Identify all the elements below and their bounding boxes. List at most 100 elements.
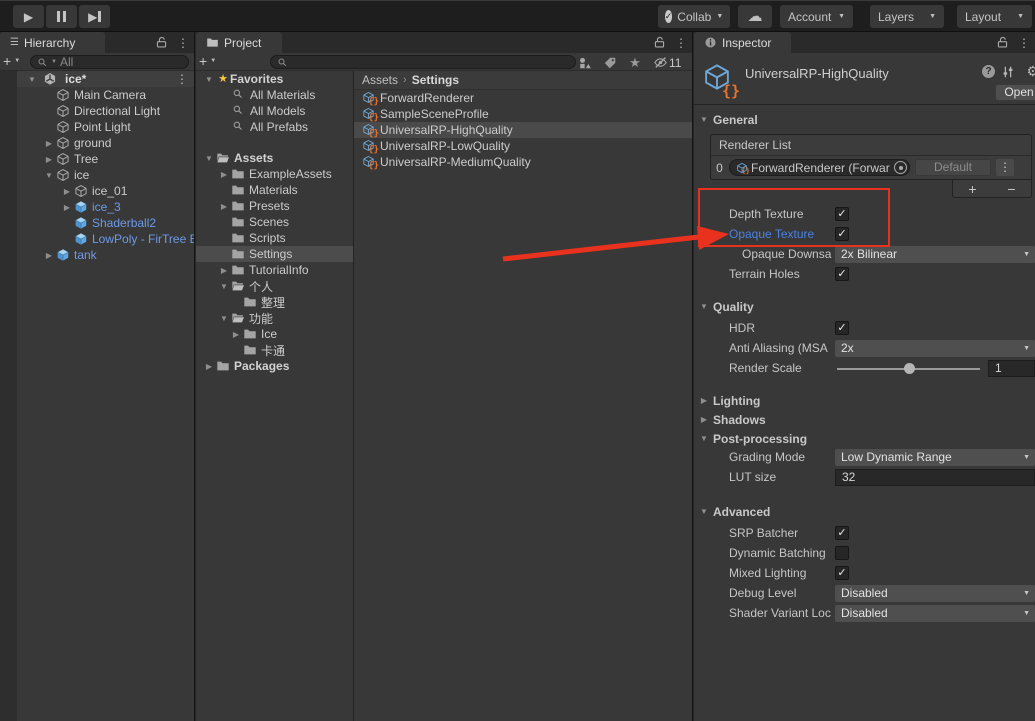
chevron-down-icon[interactable]: ▼ — [217, 314, 231, 323]
chevron-right-icon[interactable]: ▶ — [42, 251, 56, 260]
chevron-right-icon[interactable]: ▶ — [42, 155, 56, 164]
folder-item-ice[interactable]: ▶Ice — [196, 326, 353, 342]
hierarchy-item-point-light[interactable]: Point Light — [17, 119, 194, 135]
chevron-right-icon[interactable]: ▶ — [217, 170, 231, 179]
gear-icon[interactable]: ⚙ — [1026, 63, 1035, 80]
create-object-button[interactable]: +▼ — [3, 54, 20, 68]
hierarchy-item-shaderball2[interactable]: Shaderball2 — [17, 215, 194, 231]
help-icon[interactable]: ? — [982, 65, 995, 78]
chevron-right-icon[interactable]: ▶ — [42, 139, 56, 148]
folder-item-assets[interactable]: ▼Assets — [196, 150, 353, 166]
hierarchy-item-directional-light[interactable]: Directional Light — [17, 103, 194, 119]
add-element-button[interactable]: + — [968, 182, 976, 196]
folder-item-功能[interactable]: ▼功能 — [196, 310, 353, 326]
pause-button[interactable] — [46, 5, 77, 28]
dropdown[interactable]: 2x Bilinear▼ — [835, 246, 1035, 263]
default-button[interactable]: Default — [915, 159, 991, 176]
checkbox[interactable]: ✓ — [835, 566, 849, 580]
create-asset-button[interactable]: +▼ — [199, 54, 216, 68]
slider-value-field[interactable]: 1 — [988, 360, 1035, 377]
asset-row-universalrp-mediumquality[interactable]: {}UniversalRP-MediumQuality — [354, 154, 692, 170]
asset-row-samplesceneprofile[interactable]: {}SampleSceneProfile — [354, 106, 692, 122]
tab-hierarchy[interactable]: ☰ Hierarchy — [0, 32, 105, 53]
folder-item-exampleassets[interactable]: ▶ExampleAssets — [196, 166, 353, 182]
unlock-icon[interactable] — [653, 36, 666, 49]
asset-row-universalrp-highquality[interactable]: {}UniversalRP-HighQuality — [354, 122, 692, 138]
hierarchy-item-tree[interactable]: ▶Tree — [17, 151, 194, 167]
breadcrumb-current[interactable]: Settings — [412, 73, 459, 87]
dropdown[interactable]: Low Dynamic Range▼ — [835, 449, 1035, 466]
asset-row-universalrp-lowquality[interactable]: {}UniversalRP-LowQuality — [354, 138, 692, 154]
cloud-button[interactable]: ☁ — [738, 5, 772, 28]
text-field[interactable]: 32 — [835, 469, 1035, 486]
hierarchy-item-ice[interactable]: ▼ice — [17, 167, 194, 183]
checkbox[interactable] — [835, 546, 849, 560]
remove-element-button[interactable]: − — [1007, 182, 1015, 196]
favorites-header[interactable]: ▼★Favorites — [196, 71, 353, 87]
dropdown[interactable]: 2x▼ — [835, 340, 1035, 357]
hierarchy-item-lowpoly-firtree-e[interactable]: LowPoly - FirTree E — [17, 231, 194, 247]
dropdown[interactable]: Disabled▼ — [835, 585, 1035, 602]
chevron-down-icon[interactable]: ▼ — [202, 75, 216, 84]
checkbox[interactable]: ✓ — [835, 526, 849, 540]
folder-item-个人[interactable]: ▼个人 — [196, 278, 353, 294]
favorite-item-all-models[interactable]: All Models — [196, 103, 353, 119]
folder-item-卡通[interactable]: 卡通 — [196, 342, 353, 358]
scene-header-row[interactable]: ▼ ice* ⋮ — [17, 71, 194, 87]
collab-button[interactable]: ✓ Collab ▼ — [658, 5, 730, 28]
chevron-down-icon[interactable]: ▼ — [202, 154, 216, 163]
folder-item-tutorialinfo[interactable]: ▶TutorialInfo — [196, 262, 353, 278]
chevron-down-icon[interactable]: ▼ — [42, 171, 56, 180]
unlock-icon[interactable] — [155, 36, 168, 49]
slider-handle[interactable] — [904, 363, 915, 374]
hierarchy-item-ice-01[interactable]: ▶ice_01 — [17, 183, 194, 199]
folder-item-scenes[interactable]: Scenes — [196, 214, 353, 230]
folder-item-scripts[interactable]: Scripts — [196, 230, 353, 246]
panel-menu-icon[interactable]: ⋮ — [177, 36, 189, 50]
chevron-down-icon[interactable]: ▼ — [25, 75, 39, 84]
search-by-label-icon[interactable] — [603, 56, 617, 70]
asset-row-forwardrenderer[interactable]: {}ForwardRenderer — [354, 90, 692, 106]
object-picker-icon[interactable] — [894, 161, 907, 174]
checkbox[interactable]: ✓ — [835, 227, 849, 241]
unlock-icon[interactable] — [996, 36, 1009, 49]
presets-icon[interactable] — [1001, 65, 1015, 79]
section-quality[interactable]: ▼ Quality — [694, 298, 1035, 315]
hierarchy-item-ice-3[interactable]: ▶ice_3 — [17, 199, 194, 215]
panel-menu-icon[interactable]: ⋮ — [1018, 36, 1030, 50]
layout-dropdown[interactable]: Layout ▼ — [957, 5, 1032, 28]
breadcrumb-root[interactable]: Assets — [362, 73, 398, 87]
folder-item-settings[interactable]: Settings — [196, 246, 353, 262]
section-shadows[interactable]: ▶ Shadows — [694, 411, 1035, 428]
step-button[interactable]: ▶ — [79, 5, 110, 28]
search-by-type-icon[interactable] — [578, 56, 592, 70]
renderer-object-field[interactable]: {} ForwardRenderer (Forwar — [729, 159, 910, 176]
folder-item-packages[interactable]: ▶Packages — [196, 358, 353, 374]
layers-dropdown[interactable]: Layers ▼ — [870, 5, 944, 28]
chevron-right-icon[interactable]: ▶ — [217, 202, 231, 211]
hierarchy-item-ground[interactable]: ▶ground — [17, 135, 194, 151]
section-post-processing[interactable]: ▼ Post-processing — [694, 430, 1035, 447]
open-button[interactable]: Open — [995, 84, 1035, 101]
hierarchy-item-tank[interactable]: ▶tank — [17, 247, 194, 263]
hierarchy-item-main-camera[interactable]: Main Camera — [17, 87, 194, 103]
element-menu-icon[interactable]: ⋮ — [996, 159, 1014, 176]
chevron-right-icon[interactable]: ▶ — [202, 362, 216, 371]
folder-item-presets[interactable]: ▶Presets — [196, 198, 353, 214]
checkbox[interactable]: ✓ — [835, 321, 849, 335]
tab-project[interactable]: Project — [196, 32, 282, 53]
tab-inspector[interactable]: Inspector — [694, 32, 791, 53]
dropdown[interactable]: Disabled▼ — [835, 605, 1035, 622]
play-button[interactable]: ▶ — [13, 5, 44, 28]
section-advanced[interactable]: ▼ Advanced — [694, 503, 1035, 520]
favorite-item-all-materials[interactable]: All Materials — [196, 87, 353, 103]
project-search-input[interactable] — [270, 55, 576, 69]
scene-menu-icon[interactable]: ⋮ — [176, 72, 188, 86]
save-search-icon[interactable]: ★ — [628, 56, 642, 70]
hidden-items-toggle[interactable]: 11 — [653, 55, 681, 70]
section-lighting[interactable]: ▶ Lighting — [694, 392, 1035, 409]
chevron-down-icon[interactable]: ▼ — [217, 282, 231, 291]
hierarchy-search-input[interactable]: ▼ All — [30, 55, 189, 69]
property-label[interactable]: Opaque Texture — [729, 227, 835, 241]
chevron-right-icon[interactable]: ▶ — [229, 330, 243, 339]
